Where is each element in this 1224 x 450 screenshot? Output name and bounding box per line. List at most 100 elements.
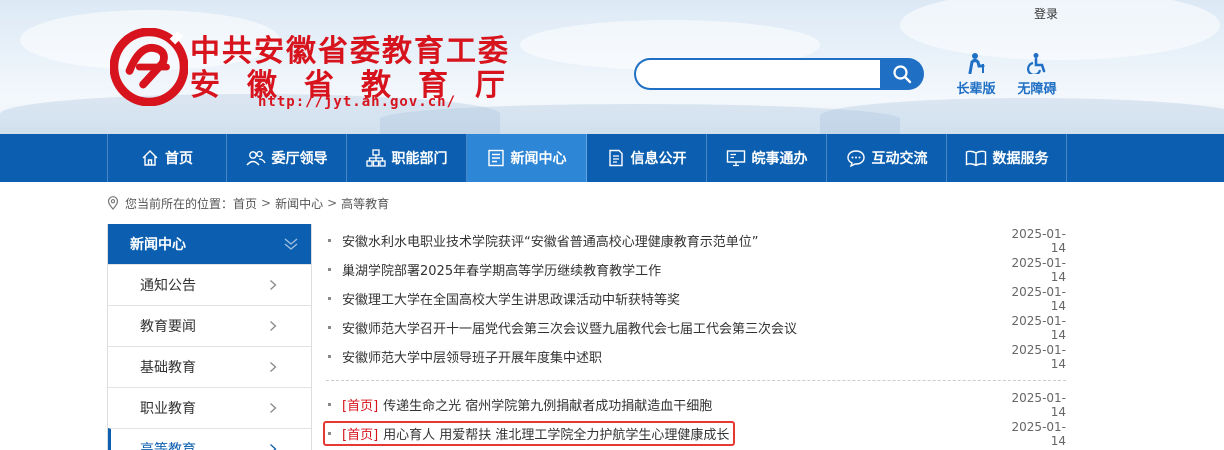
breadcrumb-separator: > <box>327 196 338 210</box>
accessibility-icon <box>1027 53 1046 74</box>
news-date: 2025-01-14 <box>1011 284 1066 313</box>
news-item[interactable]: 安徽师范大学召开十一届党代会第三次会议暨九届教代会七届工代会第三次会议 2025… <box>326 313 1066 342</box>
home-icon <box>142 150 158 166</box>
news-title[interactable]: 传递生命之光 宿州学院第九例捐献者成功捐献造血干细胞 <box>383 395 712 414</box>
bullet-dot <box>328 268 331 271</box>
bullet-dot <box>328 355 331 358</box>
chevron-right-icon <box>270 362 277 372</box>
login-link[interactable]: 登录 <box>1034 5 1058 22</box>
news-title[interactable]: 安徽水利水电职业技术学院获评“安徽省普通高校心理健康教育示范单位” <box>342 231 758 250</box>
breadcrumb-separator: > <box>261 196 272 210</box>
news-date: 2025-01-14 <box>1011 313 1066 342</box>
sidebar-item-higher-education[interactable]: 高等教育 <box>108 428 311 450</box>
sidebar-heading-text: 新闻中心 <box>130 237 186 253</box>
site-header: 登录 中共安徽省委教育工委 安徽省教育厅 http://jyt.ah.gov.c… <box>0 0 1224 134</box>
monitor-icon <box>726 150 745 167</box>
nav-item-services[interactable]: 皖事通办 <box>707 134 827 182</box>
elder-icon <box>968 53 985 74</box>
decor-cloud <box>900 0 1220 60</box>
bullet-dot <box>328 297 331 300</box>
accessibility-button[interactable]: 无障碍 <box>1009 52 1065 97</box>
nav-label: 首页 <box>165 151 193 167</box>
nav-item-interaction[interactable]: 互动交流 <box>827 134 947 182</box>
sidebar-item-label: 职业教育 <box>140 401 196 417</box>
main-nav: 首页 委厅领导 职能部门 新闻中心 信息公开 皖事通办 互动交流 数据服务 <box>0 134 1224 182</box>
nav-item-leaders[interactable]: 委厅领导 <box>227 134 347 182</box>
nav-label: 数据服务 <box>992 151 1049 167</box>
news-title[interactable]: 用心育人 用爱帮扶 淮北理工学院全力护航学生心理健康成长 <box>383 424 729 443</box>
news-item[interactable]: 安徽水利水电职业技术学院获评“安徽省普通高校心理健康教育示范单位” 2025-0… <box>326 226 1066 255</box>
breadcrumb-home[interactable]: 首页 <box>233 195 257 212</box>
breadcrumb-current[interactable]: 高等教育 <box>341 195 389 212</box>
news-item[interactable]: 安徽理工大学在全国高校大学生讲思政课活动中斩获特等奖 2025-01-14 <box>326 284 1066 313</box>
leaders-icon <box>245 150 266 166</box>
chevron-right-icon <box>270 403 277 413</box>
bullet-dot <box>328 239 331 242</box>
chat-icon <box>846 150 865 167</box>
elder-mode-button[interactable]: 长辈版 <box>948 52 1004 97</box>
nav-item-info[interactable]: 信息公开 <box>587 134 707 182</box>
list-divider <box>326 380 1066 381</box>
news-date: 2025-01-14 <box>1011 226 1066 255</box>
nav-label: 委厅领导 <box>271 151 328 167</box>
site-logo[interactable]: 中共安徽省委教育工委 安徽省教育厅 http://jyt.ah.gov.cn/ <box>110 20 510 120</box>
breadcrumb-prefix: 您当前所在的位置： <box>125 196 234 211</box>
news-icon <box>487 149 504 167</box>
chevron-right-icon <box>270 444 277 450</box>
news-list: 安徽水利水电职业技术学院获评“安徽省普通高校心理健康教育示范单位” 2025-0… <box>326 226 1066 448</box>
news-item[interactable]: 安徽师范大学中层领导班子开展年度集中述职 2025-01-14 <box>326 342 1066 371</box>
bullet-dot <box>328 326 331 329</box>
org-chart-icon <box>365 149 386 167</box>
sidebar-item-basic-education[interactable]: 基础教育 <box>108 346 311 387</box>
news-tag[interactable]: [首页] <box>342 395 378 414</box>
logo-url: http://jyt.ah.gov.cn/ <box>258 94 457 110</box>
document-icon <box>608 149 623 167</box>
decor-mountain <box>820 98 1224 134</box>
news-title[interactable]: 安徽理工大学在全国高校大学生讲思政课活动中斩获特等奖 <box>342 289 680 308</box>
sidebar-item-vocational-education[interactable]: 职业教育 <box>108 387 311 428</box>
search-button[interactable] <box>880 58 924 90</box>
breadcrumb: 您当前所在的位置： 首页 > 新闻中心 > 高等教育 <box>107 194 389 212</box>
news-date: 2025-01-14 <box>1011 342 1066 371</box>
breadcrumb-news[interactable]: 新闻中心 <box>275 195 323 212</box>
search-input[interactable] <box>634 58 882 90</box>
chevron-right-icon <box>270 280 277 290</box>
chevron-right-icon <box>270 321 277 331</box>
sidebar-item-label: 基础教育 <box>140 360 196 376</box>
news-date: 2025-01-14 <box>1011 419 1066 448</box>
bullet-dot <box>328 432 331 435</box>
accessibility-label: 无障碍 <box>1017 82 1057 97</box>
news-item[interactable]: [首页] 用心育人 用爱帮扶 淮北理工学院全力护航学生心理健康成长 2025-01… <box>326 419 1066 448</box>
nav-label: 新闻中心 <box>510 151 567 167</box>
nav-item-news[interactable]: 新闻中心 <box>467 134 587 182</box>
news-title[interactable]: 安徽师范大学召开十一届党代会第三次会议暨九届教代会七届工代会第三次会议 <box>342 318 797 337</box>
nav-item-departments[interactable]: 职能部门 <box>347 134 467 182</box>
sidebar-item-label: 通知公告 <box>140 278 196 294</box>
news-item[interactable]: [首页] 传递生命之光 宿州学院第九例捐献者成功捐献造血干细胞 2025-01-1… <box>326 390 1066 419</box>
nav-item-home[interactable]: 首页 <box>107 134 227 182</box>
news-date: 2025-01-14 <box>1011 390 1066 419</box>
news-date: 2025-01-14 <box>1011 255 1066 284</box>
nav-label: 互动交流 <box>871 151 928 167</box>
elder-mode-label: 长辈版 <box>956 82 996 97</box>
nav-item-data[interactable]: 数据服务 <box>947 134 1067 182</box>
sidebar: 新闻中心 通知公告 教育要闻 基础教育 职业教育 高等教育 <box>107 224 312 450</box>
sidebar-item-notices[interactable]: 通知公告 <box>108 264 311 305</box>
book-icon <box>965 150 986 167</box>
nav-label: 信息公开 <box>630 151 687 167</box>
nav-label: 职能部门 <box>391 151 448 167</box>
double-chevron-down-icon <box>284 238 298 250</box>
sidebar-item-education-news[interactable]: 教育要闻 <box>108 305 311 346</box>
news-title[interactable]: 巢湖学院部署2025年春学期高等学历继续教育教学工作 <box>342 260 661 279</box>
bullet-dot <box>328 403 331 406</box>
sidebar-item-label: 高等教育 <box>140 442 196 450</box>
location-pin-icon <box>107 196 119 210</box>
news-item[interactable]: 巢湖学院部署2025年春学期高等学历继续教育教学工作 2025-01-14 <box>326 255 1066 284</box>
logo-emblem-icon <box>110 28 188 106</box>
search-box <box>634 58 924 90</box>
news-tag[interactable]: [首页] <box>342 424 378 443</box>
news-title[interactable]: 安徽师范大学中层领导班子开展年度集中述职 <box>342 347 602 366</box>
search-icon <box>893 65 912 84</box>
sidebar-heading: 新闻中心 <box>108 224 311 264</box>
nav-label: 皖事通办 <box>751 151 808 167</box>
